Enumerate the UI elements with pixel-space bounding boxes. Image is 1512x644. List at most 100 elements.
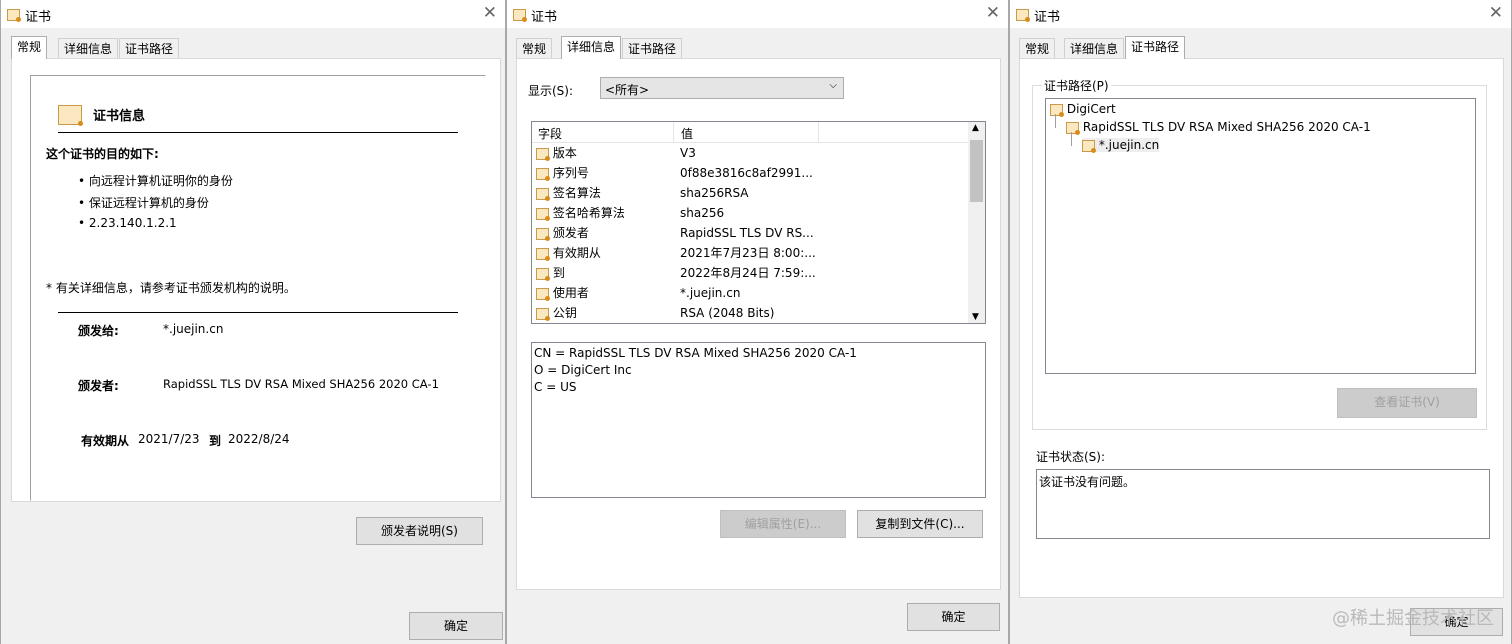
close-icon[interactable]: ✕ — [483, 3, 497, 23]
status-box[interactable]: 该证书没有问题。 — [1036, 469, 1490, 539]
tree-node-label: *.juejin.cn — [1098, 138, 1160, 152]
tree-node-leaf[interactable]: *.juejin.cn — [1082, 138, 1160, 153]
title-bar: 证书 ✕ — [507, 0, 1008, 28]
field-cell: 颁发者 — [536, 223, 589, 243]
certificate-window-details: 证书 ✕ 常规 详细信息 证书路径 显示(S): <所有> ⌵ 字段 值 版本 V… — [506, 0, 1009, 644]
scrollbar[interactable]: ▲ ▼ — [968, 122, 985, 323]
tab-general[interactable]: 常规 — [11, 36, 48, 59]
field-value: sha256 — [680, 206, 725, 220]
field-name: 签名哈希算法 — [552, 206, 625, 220]
close-icon[interactable]: ✕ — [986, 3, 1000, 23]
field-name: 版本 — [552, 146, 577, 160]
tab-cert-path[interactable]: 证书路径 — [119, 38, 180, 58]
issued-by-value: RapidSSL TLS DV RSA Mixed SHA256 2020 CA… — [163, 377, 439, 391]
info-heading: 证书信息 — [93, 109, 146, 124]
field-name: 有效期从 — [552, 246, 601, 260]
show-select[interactable]: <所有> ⌵ — [600, 77, 844, 99]
field-cell: 公钥 — [536, 303, 577, 323]
field-icon — [536, 227, 550, 241]
show-label: 显示(S): — [528, 84, 574, 98]
path-tree[interactable]: DigiCert RapidSSL TLS DV RSA Mixed SHA25… — [1045, 98, 1476, 374]
tree-node-root[interactable]: DigiCert — [1050, 102, 1116, 117]
table-row[interactable]: 使用者 *.juejin.cn — [532, 283, 969, 303]
tab-strip: 常规 详细信息 证书路径 — [507, 36, 1008, 59]
copy-to-file-button[interactable]: 复制到文件(C)... — [857, 510, 983, 538]
issued-by-label: 颁发者: — [78, 379, 119, 393]
column-header-field[interactable]: 字段 — [538, 125, 562, 142]
tab-general[interactable]: 常规 — [1019, 38, 1056, 58]
ok-button[interactable]: 确定 — [907, 603, 1000, 631]
tree-node-label: RapidSSL TLS DV RSA Mixed SHA256 2020 CA… — [1082, 120, 1371, 134]
purpose-item: • 向远程计算机证明你的身份 — [78, 174, 233, 188]
field-name: 公钥 — [552, 306, 577, 320]
issued-to-value: *.juejin.cn — [163, 322, 224, 336]
watermark: @稀土掘金技术社区 — [1332, 608, 1494, 629]
certificate-info-icon — [58, 105, 83, 126]
valid-to-value: 2022/8/24 — [228, 432, 290, 446]
tab-details[interactable]: 详细信息 — [561, 36, 622, 59]
table-row[interactable]: 序列号 0f88e3816c8af2991... — [532, 163, 969, 183]
field-cell: 使用者 — [536, 283, 589, 303]
field-icon — [536, 167, 550, 181]
tree-node-label: DigiCert — [1066, 102, 1116, 116]
column-header-value[interactable]: 值 — [681, 125, 693, 142]
tab-details[interactable]: 详细信息 — [58, 38, 119, 58]
field-list[interactable]: 字段 值 版本 V3 序列号 0f88e3816c8af2991... 签名算法 sh… — [531, 121, 986, 324]
close-icon[interactable]: ✕ — [1489, 3, 1503, 23]
table-row[interactable]: 颁发者 RapidSSL TLS DV RS... — [532, 223, 969, 243]
certificate-icon — [1050, 103, 1064, 117]
chevron-down-icon: ⌵ — [829, 80, 837, 91]
title-bar: 证书 ✕ — [1010, 0, 1511, 28]
view-certificate-button[interactable]: 查看证书(V) — [1337, 388, 1477, 418]
field-value: sha256RSA — [680, 186, 749, 200]
tab-strip: 常规 详细信息 证书路径 — [1, 36, 505, 59]
table-row[interactable]: 有效期从 2021年7月23日 8:00:... — [532, 243, 969, 263]
field-name: 签名算法 — [552, 186, 601, 200]
table-row[interactable]: 版本 V3 — [532, 143, 969, 163]
certificate-icon — [1082, 139, 1096, 153]
valid-to-label: 到 — [209, 434, 222, 448]
field-detail-box[interactable]: CN = RapidSSL TLS DV RSA Mixed SHA256 20… — [531, 342, 986, 498]
table-row[interactable]: 到 2022年8月24日 7:59:... — [532, 263, 969, 283]
field-value: *.juejin.cn — [680, 286, 741, 300]
divider — [58, 312, 458, 313]
field-cell: 签名算法 — [536, 183, 601, 203]
field-name: 颁发者 — [552, 226, 589, 240]
field-value: 2021年7月23日 8:00:... — [680, 246, 816, 260]
certificate-icon — [1016, 8, 1030, 22]
field-cell: 有效期从 — [536, 243, 601, 263]
field-value: RSA (2048 Bits) — [680, 306, 775, 320]
tab-cert-path[interactable]: 证书路径 — [622, 38, 683, 58]
table-row[interactable]: 公钥 RSA (2048 Bits) — [532, 303, 969, 323]
certificate-icon — [513, 8, 527, 22]
field-icon — [536, 207, 550, 221]
tree-line — [1071, 132, 1072, 146]
certificate-window-general: 证书 ✕ 常规 详细信息 证书路径 证书信息 这个证书的目的如下: • 向远程计… — [0, 0, 506, 644]
tab-general[interactable]: 常规 — [516, 38, 553, 58]
scroll-thumb[interactable] — [970, 140, 983, 202]
detail-line: O = DigiCert Inc — [534, 363, 632, 377]
tab-cert-path[interactable]: 证书路径 — [1125, 36, 1186, 59]
detail-note: * 有关详细信息，请参考证书颁发机构的说明。 — [46, 281, 296, 295]
issuer-statement-button[interactable]: 颁发者说明(S) — [356, 517, 483, 545]
field-icon — [536, 287, 550, 301]
tab-panel: 证书信息 这个证书的目的如下: • 向远程计算机证明你的身份 • 保证远程计算机… — [11, 58, 501, 502]
field-name: 序列号 — [552, 166, 589, 180]
field-value: V3 — [680, 146, 696, 160]
edit-properties-button[interactable]: 编辑属性(E)... — [720, 510, 846, 538]
scroll-up-icon[interactable]: ▲ — [972, 123, 979, 133]
window-title: 证书 — [531, 10, 558, 25]
table-row[interactable]: 签名算法 sha256RSA — [532, 183, 969, 203]
field-icon — [536, 187, 550, 201]
tab-details[interactable]: 详细信息 — [1064, 38, 1125, 58]
certificate-icon — [7, 8, 21, 22]
window-title: 证书 — [25, 10, 52, 25]
show-select-value: <所有> — [605, 83, 650, 97]
ok-button[interactable]: 确定 — [409, 612, 503, 640]
field-icon — [536, 247, 550, 261]
status-text: 该证书没有问题。 — [1039, 475, 1136, 489]
scroll-down-icon[interactable]: ▼ — [972, 312, 979, 322]
tree-line — [1055, 114, 1056, 128]
table-row[interactable]: 签名哈希算法 sha256 — [532, 203, 969, 223]
tree-node-intermediate[interactable]: RapidSSL TLS DV RSA Mixed SHA256 2020 CA… — [1066, 120, 1371, 135]
